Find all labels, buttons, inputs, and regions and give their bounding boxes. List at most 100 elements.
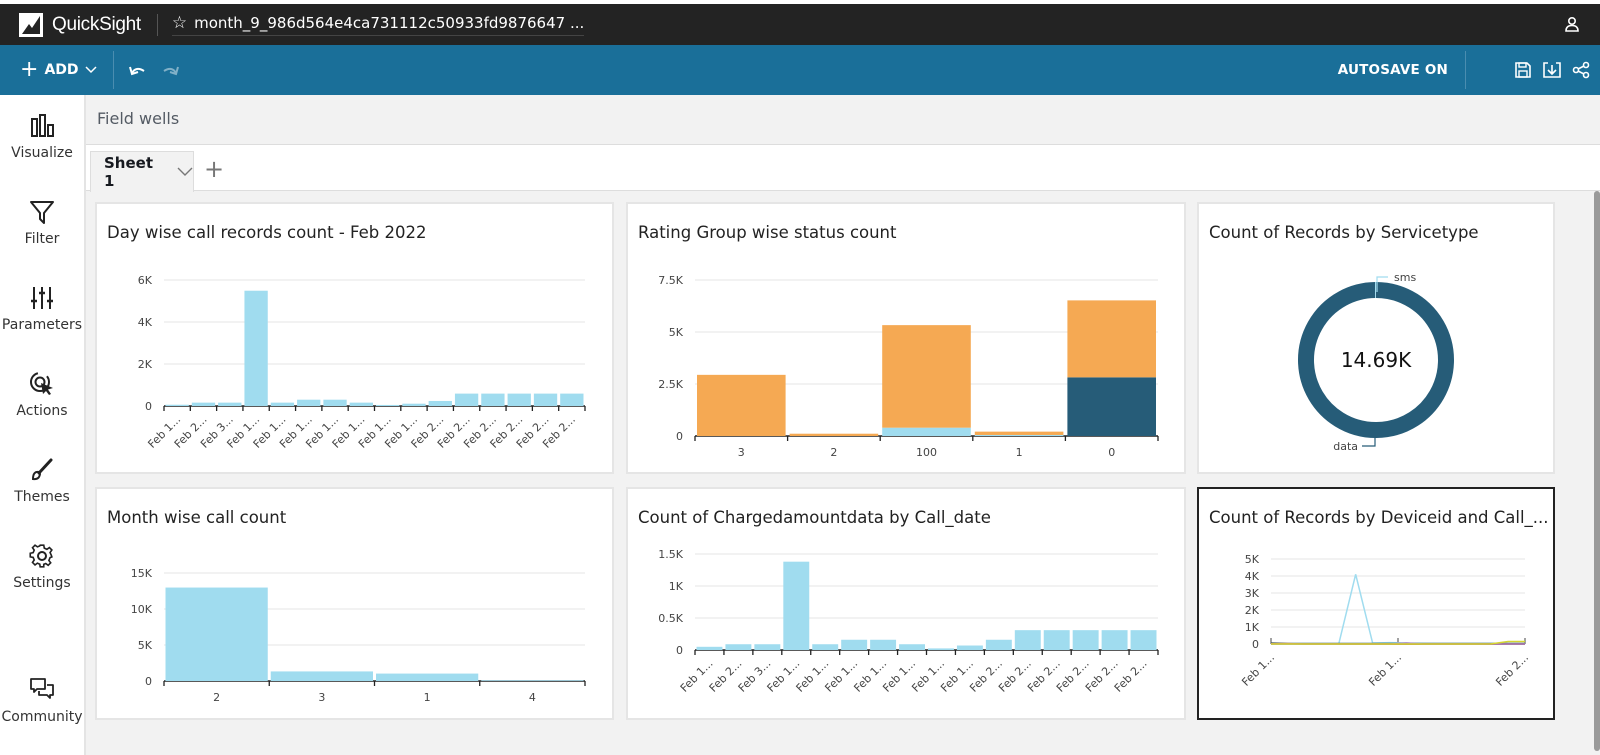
bar-chart: 0 5K 10K 15K 2 3 1 4 bbox=[131, 567, 586, 704]
x-tick-label: 4 bbox=[529, 691, 536, 704]
sheet-canvas: Day wise call records count - Feb 2022 0… bbox=[86, 192, 1566, 755]
x-tick-label: 100 bbox=[916, 446, 937, 459]
gear-icon bbox=[0, 543, 84, 569]
y-tick-label: 4K bbox=[138, 316, 153, 329]
add-sheet-button[interactable]: + bbox=[204, 157, 224, 181]
divider bbox=[112, 51, 114, 89]
x-tick-label: 3 bbox=[318, 691, 325, 704]
visual-month-wise-call-count[interactable]: Month wise call count 0 5K 10K 15K 2 3 1 4 bbox=[95, 487, 614, 720]
bar-segment bbox=[1067, 300, 1156, 378]
sidebar-label: Themes bbox=[14, 489, 70, 505]
y-tick-label: 0 bbox=[676, 430, 683, 443]
sidebar-item-community[interactable]: Community bbox=[0, 677, 84, 725]
main-area: Field wells Sheet 1 + Day wise call reco… bbox=[86, 95, 1600, 755]
save-icon[interactable] bbox=[1514, 61, 1532, 79]
donut-center-label: 14.69K bbox=[1341, 348, 1412, 372]
brush-icon bbox=[0, 457, 84, 483]
x-tick-label: Feb 2... bbox=[1493, 651, 1531, 689]
y-tick-label: 0.5K bbox=[658, 612, 683, 625]
bar bbox=[1101, 630, 1128, 650]
bar bbox=[812, 644, 839, 650]
visual-deviceid-by-call-date[interactable]: Count of Records by Deviceid and Call_..… bbox=[1197, 487, 1555, 720]
x-tick-label: Feb 2... bbox=[1112, 657, 1150, 695]
bar bbox=[165, 404, 189, 406]
x-tick-label: 1 bbox=[424, 691, 431, 704]
x-tick-label: 3 bbox=[738, 446, 745, 459]
visual-rating-group-status[interactable]: Rating Group wise status count 0 2.5K 5K 7.… bbox=[626, 202, 1186, 474]
x-tick-label: 2 bbox=[213, 691, 220, 704]
sidebar-item-parameters[interactable]: Parameters bbox=[0, 285, 84, 333]
bar-segment bbox=[697, 374, 786, 436]
bar bbox=[985, 639, 1012, 650]
y-tick-label: 1.5K bbox=[658, 548, 683, 561]
x-tick-label: Feb 1... bbox=[1239, 651, 1277, 689]
sidebar-item-themes[interactable]: Themes bbox=[0, 457, 84, 505]
user-icon[interactable] bbox=[1564, 16, 1580, 36]
redo-icon[interactable] bbox=[160, 63, 180, 77]
bar-segment bbox=[1067, 377, 1156, 436]
y-tick-label: 5K bbox=[669, 326, 684, 339]
download-icon[interactable] bbox=[1542, 61, 1562, 79]
bar bbox=[376, 673, 479, 681]
bar-chart: 02K4K6KFeb 1...Feb 2...Feb 3...Feb 1...F… bbox=[138, 274, 586, 451]
x-tick-label: 0 bbox=[1108, 446, 1115, 459]
y-tick-label: 7.5K bbox=[658, 274, 683, 287]
bar bbox=[1043, 630, 1070, 650]
app-name: QuickSight bbox=[52, 13, 141, 35]
y-tick-label: 1K bbox=[669, 580, 684, 593]
visual-chargedamount-by-call-date[interactable]: Count of Chargedamountdata by Call_date … bbox=[626, 487, 1186, 720]
bar bbox=[725, 644, 752, 650]
vertical-scrollbar[interactable] bbox=[1594, 191, 1600, 751]
y-tick-label: 3K bbox=[1245, 587, 1260, 600]
y-tick-label: 10K bbox=[131, 603, 153, 616]
sidebar-item-visualize[interactable]: Visualize bbox=[0, 113, 84, 161]
star-icon[interactable]: ☆ bbox=[172, 13, 187, 33]
chevron-down-icon[interactable] bbox=[177, 167, 193, 177]
plus-icon: + bbox=[20, 57, 39, 82]
bar bbox=[1130, 630, 1157, 650]
sheet-tabs-bar: Sheet 1 + bbox=[86, 145, 1600, 192]
sidebar-label: Community bbox=[1, 709, 83, 725]
bar-segment bbox=[882, 427, 971, 436]
field-wells-label: Field wells bbox=[97, 109, 180, 128]
share-icon[interactable] bbox=[1572, 61, 1590, 79]
sidebar-label: Parameters bbox=[1, 317, 83, 333]
sliders-icon bbox=[0, 285, 84, 311]
x-tick-label: 2 bbox=[830, 446, 837, 459]
bar bbox=[696, 646, 723, 650]
undo-icon[interactable] bbox=[128, 63, 148, 77]
x-tick-label: Feb 1... bbox=[1366, 651, 1404, 689]
y-tick-label: 0 bbox=[145, 400, 152, 413]
x-tick-label: 1 bbox=[1016, 446, 1023, 459]
cursor-click-icon bbox=[0, 371, 84, 397]
y-tick-label: 5K bbox=[138, 639, 153, 652]
visual-day-wise-call-records[interactable]: Day wise call records count - Feb 2022 0… bbox=[95, 202, 614, 474]
filter-icon bbox=[0, 199, 84, 225]
stacked-bar-chart: 0 2.5K 5K 7.5K 3 2 100 1 0 bbox=[658, 274, 1159, 459]
field-wells-bar[interactable]: Field wells bbox=[86, 95, 1600, 145]
slice-label: sms bbox=[1394, 271, 1416, 284]
y-tick-label: 2K bbox=[1245, 604, 1260, 617]
divider bbox=[1465, 51, 1466, 89]
document-title[interactable]: ☆ month_9_986d564e4ca731112c50933fd98766… bbox=[171, 13, 585, 36]
document-title-text: month_9_986d564e4ca731112c50933fd9876647… bbox=[194, 14, 585, 32]
tab-sheet-1[interactable]: Sheet 1 bbox=[90, 151, 194, 192]
sidebar-label: Visualize bbox=[11, 145, 73, 161]
bar bbox=[783, 561, 810, 650]
sheet-tab-label: Sheet 1 bbox=[104, 154, 153, 190]
add-button[interactable]: + ADD bbox=[20, 59, 97, 81]
visual-servicetype-donut[interactable]: Count of Records by Servicetype sms data 1… bbox=[1197, 202, 1555, 474]
sidebar: Visualize Filter Parameters Actions Them… bbox=[0, 95, 86, 755]
divider bbox=[156, 13, 158, 36]
sidebar-item-filter[interactable]: Filter bbox=[0, 199, 84, 247]
sidebar-label: Actions bbox=[16, 403, 68, 419]
autosave-status[interactable]: AUTOSAVE ON bbox=[1338, 62, 1448, 78]
sidebar-item-settings[interactable]: Settings bbox=[0, 543, 84, 591]
quicksight-logo[interactable]: QuickSight bbox=[19, 12, 141, 37]
bar bbox=[297, 399, 321, 406]
toolbar: + ADD AUTOSAVE ON bbox=[0, 45, 1600, 95]
y-tick-label: 2.5K bbox=[658, 378, 683, 391]
bar bbox=[481, 680, 584, 681]
sidebar-item-actions[interactable]: Actions bbox=[0, 371, 84, 419]
y-tick-label: 2K bbox=[138, 358, 153, 371]
